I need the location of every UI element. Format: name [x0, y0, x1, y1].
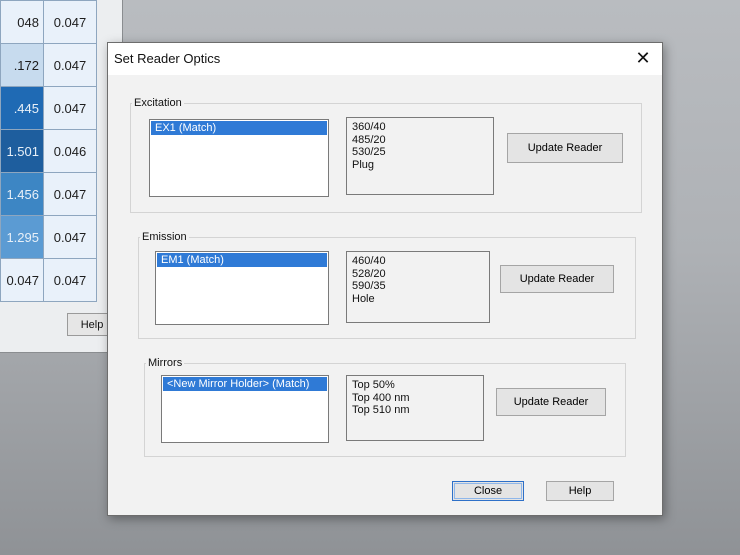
excitation-update-reader-button[interactable]: Update Reader [507, 133, 623, 163]
grid-row: .445 0.047 [0, 86, 97, 130]
dialog-titlebar: Set Reader Optics ✕ [108, 43, 662, 75]
filter-item: Top 50% [352, 379, 395, 391]
grid-cell[interactable]: 048 [0, 0, 44, 44]
grid-cell[interactable]: 0.047 [43, 43, 97, 87]
grid-cell[interactable]: .172 [0, 43, 44, 87]
emission-label: Emission [140, 231, 189, 243]
plate-grid: 048 0.047.172 0.047.445 0.047 1.501 0.046 1.45… [0, 0, 97, 302]
excitation-listbox[interactable]: EX1 (Match) [149, 119, 329, 197]
filter-item: Top 510 nm [352, 404, 410, 416]
close-icon[interactable]: ✕ [632, 47, 654, 69]
filter-item: 360/40 [352, 121, 386, 133]
excitation-label: Excitation [132, 97, 184, 109]
background-window: 048 0.047.172 0.047.445 0.047 1.501 0.046 1.45… [0, 0, 123, 353]
grid-cell[interactable]: 1.456 [0, 172, 44, 216]
emission-update-reader-button[interactable]: Update Reader [500, 265, 614, 293]
grid-row: .172 0.047 [0, 43, 97, 87]
emission-filter-list: 460/40 528/20 590/35 Hole [346, 251, 490, 323]
filter-item: 485/20 [352, 133, 386, 146]
grid-cell[interactable]: 1.501 [0, 129, 44, 173]
mirrors-label: Mirrors [146, 357, 185, 369]
excitation-selected-item[interactable]: EX1 (Match) [151, 121, 327, 135]
excitation-filter-list: 360/40 485/20 530/25 Plug [346, 117, 494, 195]
grid-row: 048 0.047 [0, 0, 97, 44]
filter-item: 528/20 [352, 267, 386, 280]
emission-listbox[interactable]: EM1 (Match) [155, 251, 329, 325]
grid-cell[interactable]: 0.047 [43, 172, 97, 216]
mirrors-filter-list: Top 50% Top 400 nm Top 510 nm [346, 375, 484, 441]
grid-row: 1.295 0.047 [0, 215, 97, 259]
grid-row: 1.456 0.047 [0, 172, 97, 216]
filter-item: Top 400 nm [352, 391, 410, 404]
dialog-title: Set Reader Optics [114, 51, 221, 66]
mirrors-update-reader-button[interactable]: Update Reader [496, 388, 606, 416]
mirrors-selected-item[interactable]: <New Mirror Holder> (Match) [163, 377, 327, 391]
help-button[interactable]: Help [546, 481, 614, 501]
grid-cell[interactable]: 0.046 [43, 129, 97, 173]
mirrors-listbox[interactable]: <New Mirror Holder> (Match) [161, 375, 329, 443]
grid-row: 0.047 0.047 [0, 258, 97, 302]
grid-cell[interactable]: 1.295 [0, 215, 44, 259]
close-button[interactable]: Close [452, 481, 524, 501]
emission-selected-item[interactable]: EM1 (Match) [157, 253, 327, 267]
filter-item: 460/40 [352, 255, 386, 267]
set-reader-optics-dialog: Set Reader Optics ✕ Excitation EX1 (Matc… [107, 42, 663, 516]
filter-item: 590/35 [352, 280, 386, 292]
grid-row: 1.501 0.046 [0, 129, 97, 173]
grid-cell[interactable]: .445 [0, 86, 44, 130]
filter-item: Hole [352, 292, 375, 305]
grid-cell[interactable]: 0.047 [43, 215, 97, 259]
grid-cell[interactable]: 0.047 [43, 0, 97, 44]
grid-cell[interactable]: 0.047 [43, 86, 97, 130]
grid-cell[interactable]: 0.047 [0, 258, 44, 302]
filter-item: 530/25 [352, 146, 386, 158]
grid-cell[interactable]: 0.047 [43, 258, 97, 302]
filter-item: Plug [352, 158, 375, 171]
